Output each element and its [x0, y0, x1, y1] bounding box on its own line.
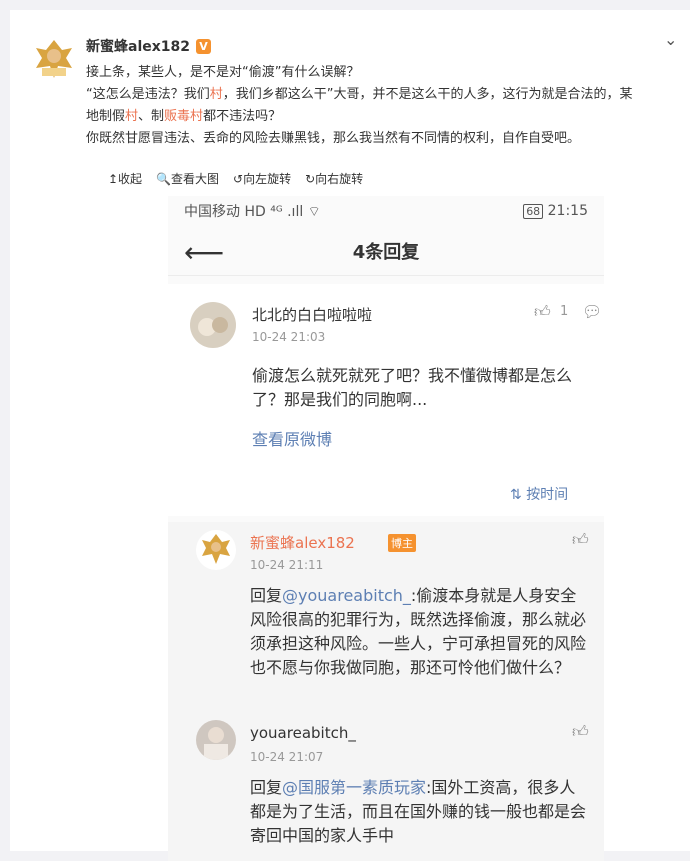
- reply-time: 10-24 21:11: [250, 558, 324, 572]
- avatar[interactable]: [190, 302, 236, 348]
- image-toolbar: ↥收起 🔍查看大图 ↺向左旋转 ↻向右旋转: [108, 170, 363, 187]
- thumbs-up-icon[interactable]: 👍︎: [572, 722, 589, 742]
- reply-text: 回复@youareabitch_:偷渡本身就是人身安全风险很高的犯罪行为，既然选…: [250, 586, 587, 677]
- arrow-left-icon[interactable]: ⟵: [184, 236, 224, 269]
- carrier: 中国移动: [184, 204, 240, 220]
- signal-icon: HD ⁴ᴳ .ıll ⌔: [244, 204, 321, 220]
- mention-link[interactable]: @youareabitch_: [282, 586, 411, 605]
- author-avatar[interactable]: [28, 34, 80, 86]
- embedded-screenshot[interactable]: 中国移动 HD ⁴ᴳ .ıll ⌔ 68 21:15 ⟵ 4条回复 北北的白白啦…: [168, 196, 604, 861]
- thumbs-up-icon[interactable]: 👍︎: [572, 530, 589, 550]
- reply-nav-bar: ⟵ 4条回复: [168, 226, 604, 276]
- like-count: 1: [560, 304, 569, 319]
- comment-time: 10-24 21:03: [252, 330, 326, 344]
- verified-badge: V: [196, 38, 211, 54]
- rotate-right-button[interactable]: ↻向右旋转: [305, 170, 363, 187]
- view-original-link[interactable]: 查看原微博: [252, 428, 332, 452]
- sort-icon: ⇅: [510, 487, 522, 503]
- author-badge: 博主: [388, 534, 416, 552]
- post-line-3: 地制假村、制贩毒村都不违法吗？: [86, 109, 282, 124]
- comment-icon[interactable]: 💬︎: [582, 302, 602, 321]
- author-row: 新蜜蜂alex182 V: [86, 36, 211, 56]
- avatar[interactable]: [196, 720, 236, 760]
- highlight-keyword[interactable]: 村: [125, 109, 138, 124]
- post-line-4: 你既然甘愿冒违法、丢命的风险去赚黑钱，那么我当然有不同情的权利，自作自受吧。: [86, 131, 581, 146]
- battery-icon: 68: [523, 204, 544, 219]
- reply-list: 新蜜蜂alex182 博主 10-24 21:11 👍︎ 回复@youareab…: [168, 522, 604, 861]
- chevron-down-icon[interactable]: ⌄: [664, 30, 677, 49]
- reply-text: 回复@国服第一素质玩家:国外工资高，很多人都是为了生活，而且在国外赚的钱一般也都…: [250, 778, 587, 845]
- mention-link[interactable]: @国服第一素质玩家: [282, 778, 426, 797]
- clock: 21:15: [547, 203, 588, 219]
- highlight-keyword[interactable]: 村: [210, 87, 223, 102]
- nav-title: 4条回复: [352, 241, 420, 263]
- comment-user[interactable]: 北北的白白啦啦啦: [252, 304, 372, 325]
- weibo-post-card: 新蜜蜂alex182 V ⌄ 接上条，某些人，是不是对“偷渡”有什么误解？ “这…: [10, 10, 690, 861]
- sort-by-time-button[interactable]: ⇅ 按时间: [510, 484, 568, 504]
- avatar[interactable]: [196, 530, 236, 570]
- post-line-1: 接上条，某些人，是不是对“偷渡”有什么误解？: [86, 65, 360, 80]
- author-name[interactable]: 新蜜蜂alex182: [86, 36, 190, 56]
- view-large-button[interactable]: 🔍查看大图: [156, 170, 219, 187]
- reply-time: 10-24 21:07: [250, 750, 324, 764]
- phone-status-bar: 中国移动 HD ⁴ᴳ .ıll ⌔ 68 21:15: [168, 196, 604, 226]
- reply-user[interactable]: 新蜜蜂alex182: [250, 532, 355, 553]
- comment-text: 偷渡怎么就死就死了吧？我不懂微博都是怎么了？那是我们的同胞啊...: [252, 366, 573, 409]
- rotate-left-button[interactable]: ↺向左旋转: [233, 170, 291, 187]
- highlight-keyword[interactable]: 贩毒村: [164, 109, 203, 124]
- post-line-2: “这怎么是违法？我们村，我们乡都这么干”大哥，并不是这么干的人多，这行为就是合法…: [86, 87, 633, 102]
- reply-user[interactable]: youareabitch_: [250, 724, 356, 742]
- thumbs-up-icon[interactable]: 👍︎: [534, 302, 551, 322]
- original-comment: 北北的白白啦啦啦 10-24 21:03 👍︎ 1 💬︎ 偷渡怎么就死就死了吧？…: [168, 284, 604, 516]
- post-body: 接上条，某些人，是不是对“偷渡”有什么误解？ “这怎么是违法？我们村，我们乡都这…: [86, 62, 686, 150]
- collapse-button[interactable]: ↥收起: [108, 170, 142, 187]
